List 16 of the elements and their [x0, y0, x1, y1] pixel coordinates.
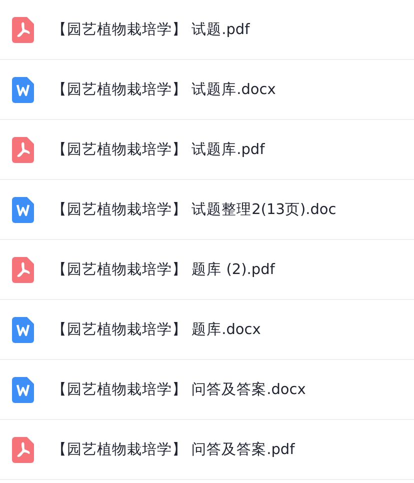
pdf-file-icon [12, 136, 34, 162]
file-name[interactable]: 【园艺植物栽培学】 题库.docx [52, 320, 261, 339]
file-name[interactable]: 【园艺植物栽培学】 试题库.docx [52, 80, 276, 99]
pdf-file-icon [12, 16, 34, 42]
file-name[interactable]: 【园艺植物栽培学】 问答及答案.docx [52, 380, 306, 399]
file-name[interactable]: 【园艺植物栽培学】 问答及答案.pdf [52, 440, 295, 459]
file-name[interactable]: 【园艺植物栽培学】 题库 (2).pdf [52, 260, 275, 279]
word-file-icon [12, 76, 34, 102]
word-file-icon [12, 316, 34, 342]
file-name[interactable]: 【园艺植物栽培学】 试题库.pdf [52, 140, 265, 159]
word-file-icon [12, 376, 34, 402]
file-name[interactable]: 【园艺植物栽培学】 试题整理2(13页).doc [52, 200, 336, 219]
word-file-icon [12, 196, 34, 222]
pdf-file-icon [12, 436, 34, 462]
pdf-file-icon [12, 256, 34, 282]
file-name[interactable]: 【园艺植物栽培学】 试题.pdf [52, 20, 250, 39]
